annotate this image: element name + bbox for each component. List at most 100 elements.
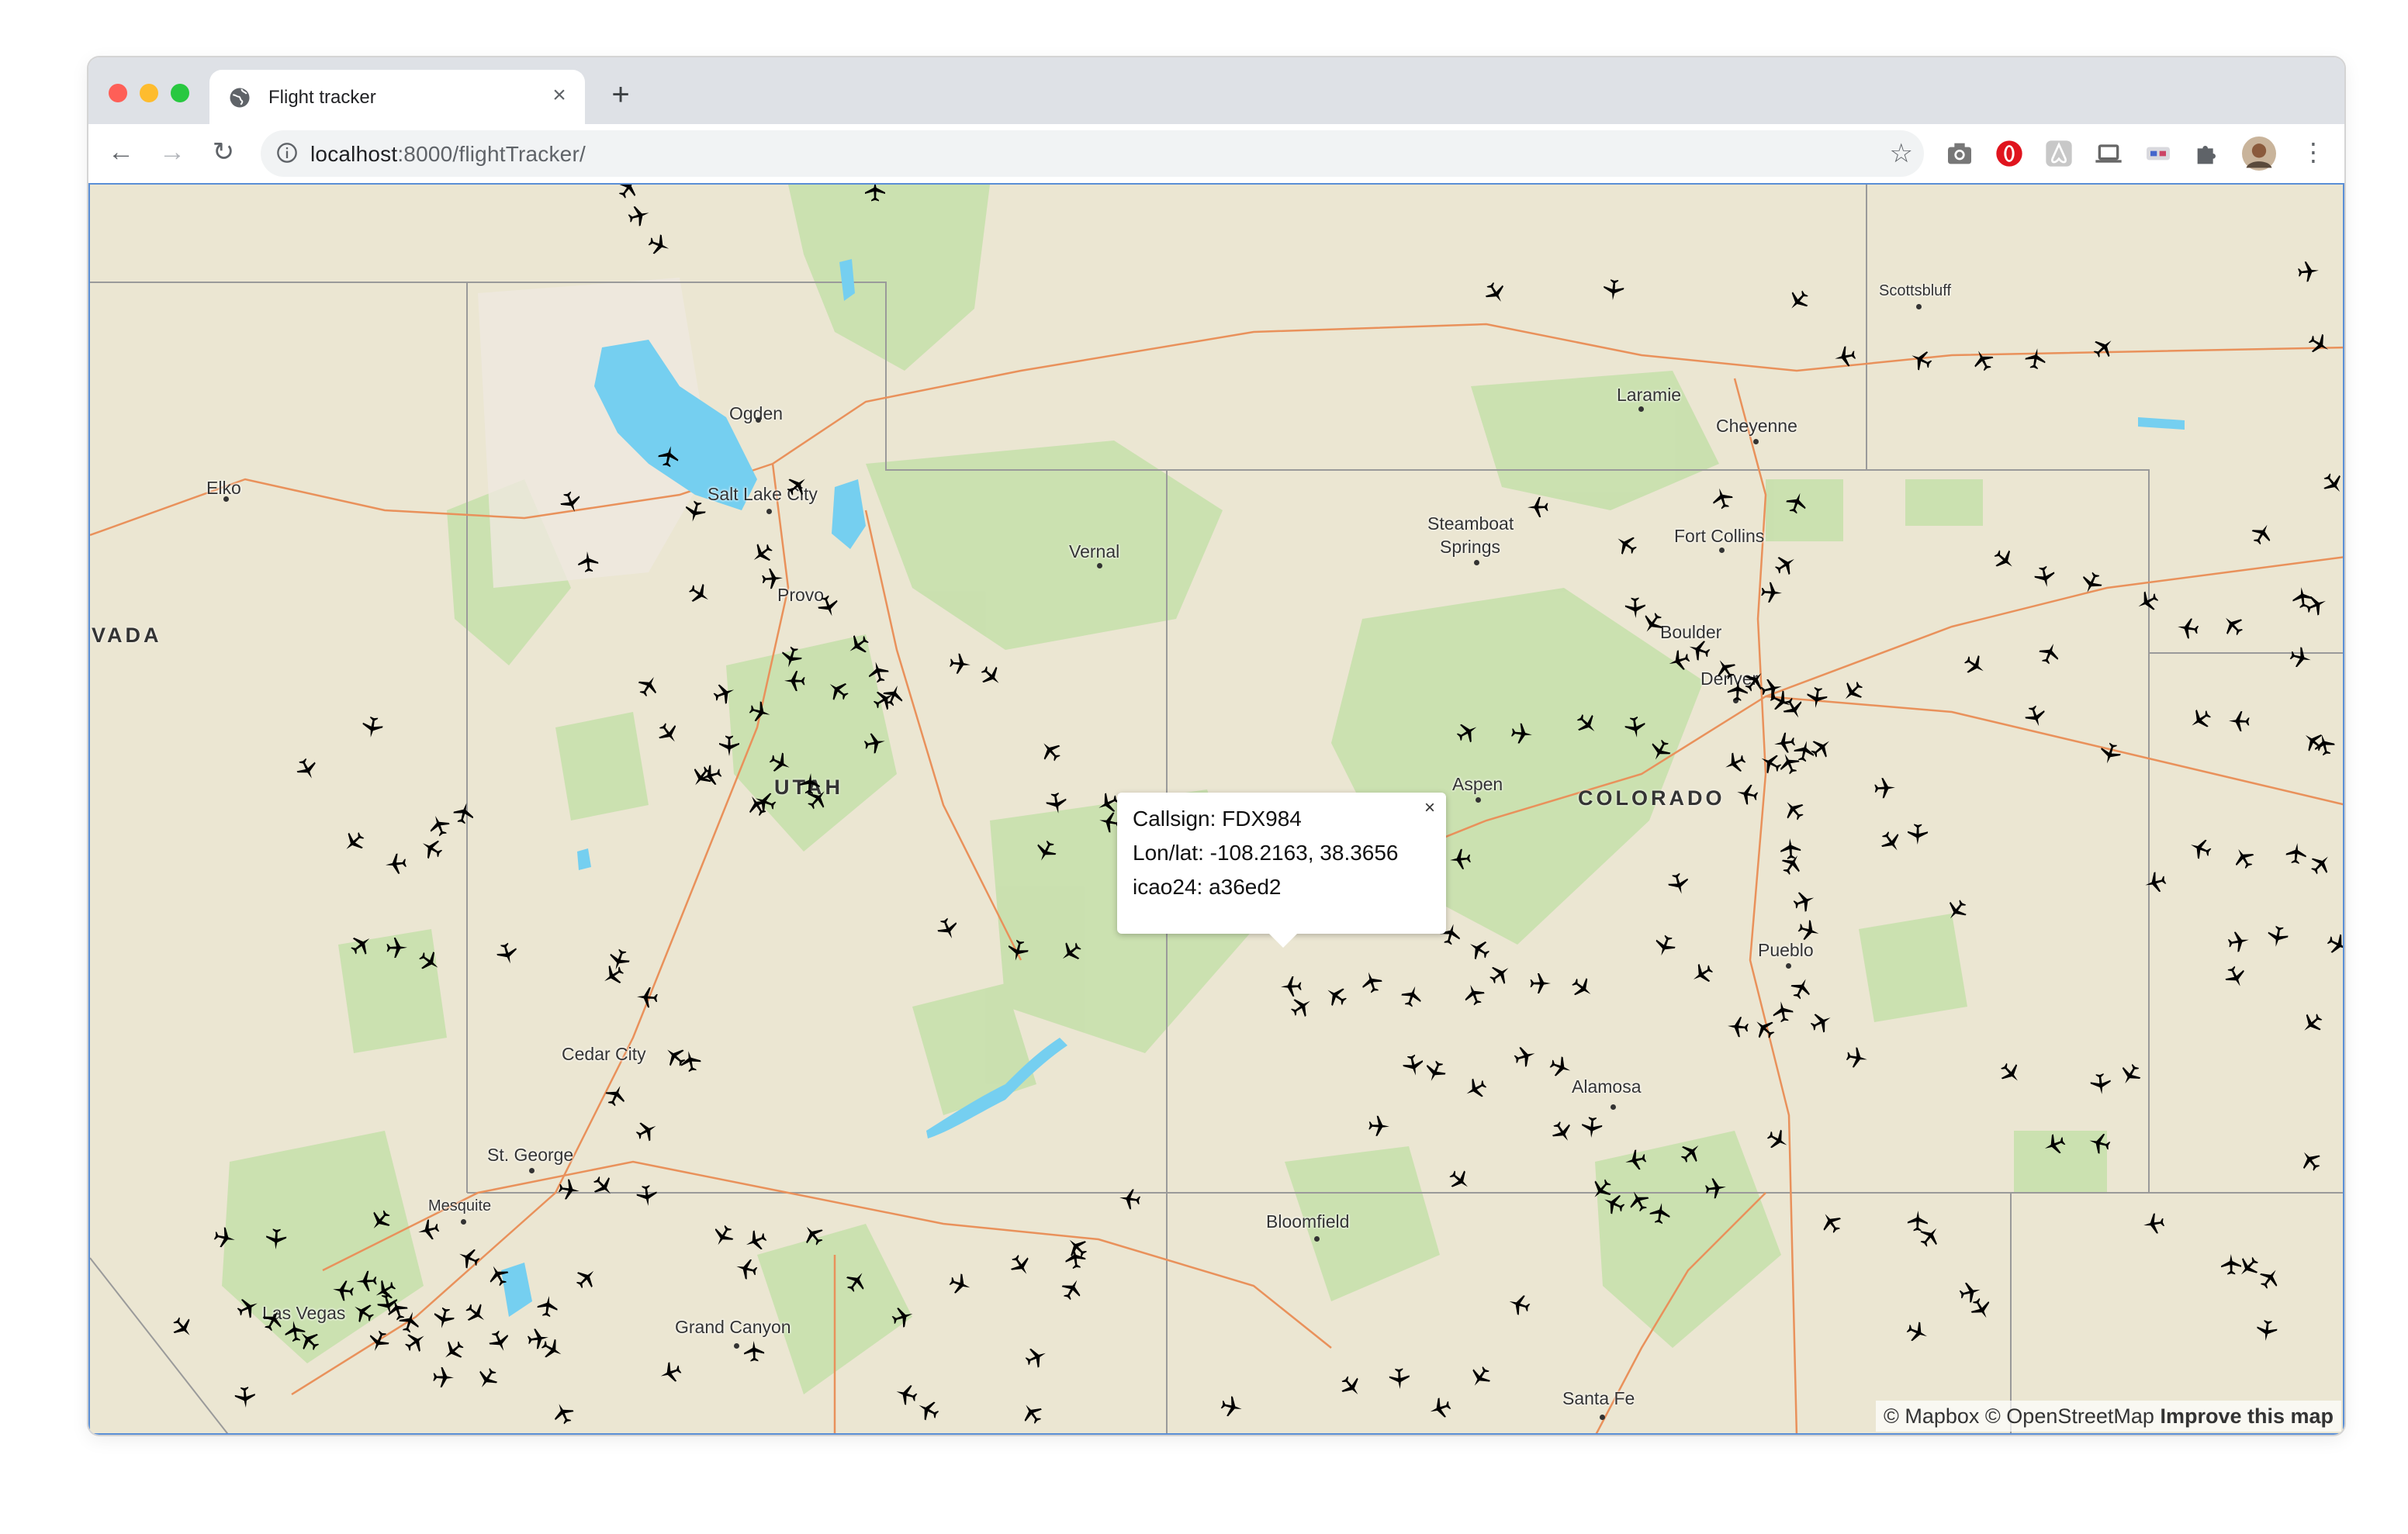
airplane-icon[interactable] bbox=[1711, 655, 1739, 683]
airplane-icon[interactable] bbox=[683, 499, 708, 524]
airplane-icon[interactable] bbox=[2324, 931, 2344, 958]
airplane-icon[interactable] bbox=[1454, 718, 1482, 746]
airplane-icon[interactable] bbox=[1805, 686, 1828, 710]
airplane-icon[interactable] bbox=[1600, 1190, 1628, 1218]
airplane-icon[interactable] bbox=[213, 1225, 237, 1249]
airplane-icon[interactable] bbox=[1807, 734, 1835, 762]
airplane-icon[interactable] bbox=[2285, 842, 2308, 865]
airplane-icon[interactable] bbox=[865, 185, 885, 202]
airplane-icon[interactable] bbox=[1772, 551, 1800, 579]
airplane-icon[interactable] bbox=[577, 551, 599, 573]
airplane-icon[interactable] bbox=[1943, 896, 1971, 924]
airplane-icon[interactable] bbox=[635, 672, 663, 700]
airplane-icon[interactable] bbox=[1603, 278, 1624, 301]
airplane-icon[interactable] bbox=[1005, 938, 1030, 963]
menu-icon[interactable]: ⋮ bbox=[2296, 135, 2330, 169]
airplane-icon[interactable] bbox=[361, 715, 384, 739]
airplane-icon[interactable] bbox=[1288, 993, 1316, 1021]
airplane-icon[interactable] bbox=[426, 812, 452, 838]
laptop-icon[interactable] bbox=[2093, 138, 2124, 169]
airplane-icon[interactable] bbox=[431, 1306, 455, 1331]
popup-close-button[interactable]: × bbox=[1424, 797, 1435, 819]
airplane-icon[interactable] bbox=[455, 1245, 483, 1272]
airplane-icon[interactable] bbox=[1961, 651, 1990, 679]
airplane-icon[interactable] bbox=[1727, 679, 1748, 701]
new-tab-button[interactable]: + bbox=[604, 79, 638, 113]
airplane-icon[interactable] bbox=[1764, 1126, 1792, 1154]
airplane-icon[interactable] bbox=[657, 1360, 683, 1385]
improve-map-link[interactable]: Improve this map bbox=[2160, 1404, 2334, 1428]
airplane-icon[interactable] bbox=[1791, 888, 1818, 914]
airplane-icon[interactable] bbox=[1686, 637, 1712, 662]
opera-icon[interactable] bbox=[1994, 138, 2025, 169]
airplane-icon[interactable] bbox=[234, 1294, 261, 1322]
tab-flight-tracker[interactable]: Flight tracker × bbox=[209, 70, 585, 124]
airplane-icon[interactable] bbox=[1401, 1053, 1425, 1078]
airplane-icon[interactable] bbox=[1368, 1115, 1390, 1136]
airplane-icon[interactable] bbox=[1666, 871, 1691, 897]
airplane-icon[interactable] bbox=[1399, 983, 1424, 1009]
airplane-icon[interactable] bbox=[1036, 737, 1065, 765]
airplane-icon[interactable] bbox=[1907, 1211, 1929, 1232]
reload-icon[interactable]: ↻ bbox=[206, 135, 240, 169]
airplane-icon[interactable] bbox=[1466, 1363, 1494, 1392]
airplane-icon[interactable] bbox=[2312, 732, 2337, 757]
airplane-icon[interactable] bbox=[1449, 848, 1472, 870]
airplane-icon[interactable] bbox=[2142, 1212, 2165, 1235]
airplane-icon[interactable] bbox=[626, 203, 652, 228]
airplane-icon[interactable] bbox=[949, 653, 971, 675]
airplane-icon[interactable] bbox=[1908, 824, 1929, 845]
airplane-icon[interactable] bbox=[415, 948, 444, 976]
airplane-icon[interactable] bbox=[709, 1222, 737, 1250]
airplane-icon[interactable] bbox=[2256, 1264, 2285, 1293]
airplane-icon[interactable] bbox=[2087, 1131, 2112, 1156]
airplane-icon[interactable] bbox=[550, 1400, 577, 1427]
map-canvas[interactable]: VADA UTAH COLORADO Elko Ogden Salt Lake … bbox=[88, 183, 2344, 1435]
airplane-icon[interactable] bbox=[2098, 741, 2123, 766]
back-icon[interactable]: ← bbox=[104, 135, 138, 169]
airplane-icon[interactable] bbox=[1022, 1344, 1050, 1371]
airplane-icon[interactable] bbox=[2186, 706, 2215, 734]
airplane-icon[interactable] bbox=[1727, 1016, 1749, 1038]
airplane-icon[interactable] bbox=[2230, 844, 2258, 872]
airplane-icon[interactable] bbox=[1427, 1395, 1453, 1421]
airplane-icon[interactable] bbox=[815, 593, 841, 620]
airplane-icon[interactable] bbox=[1796, 918, 1822, 944]
airplane-icon[interactable] bbox=[2256, 1319, 2278, 1342]
airplane-icon[interactable] bbox=[1904, 1319, 1931, 1346]
airplane-icon[interactable] bbox=[686, 580, 714, 608]
airplane-icon[interactable] bbox=[1118, 1187, 1141, 1210]
airplane-icon[interactable] bbox=[349, 1298, 378, 1326]
close-window-button[interactable] bbox=[109, 84, 127, 102]
airplane-icon[interactable] bbox=[2133, 588, 2161, 615]
airplane-icon[interactable] bbox=[401, 1328, 430, 1356]
airplane-icon[interactable] bbox=[495, 941, 521, 966]
puzzle-icon[interactable] bbox=[2192, 138, 2223, 169]
airplane-icon[interactable] bbox=[1510, 722, 1533, 745]
airplane-icon[interactable] bbox=[654, 719, 683, 748]
airplane-icon[interactable] bbox=[558, 489, 584, 516]
airplane-icon[interactable] bbox=[783, 472, 811, 500]
airplane-icon[interactable] bbox=[366, 1206, 395, 1235]
airplane-icon[interactable] bbox=[1007, 1252, 1035, 1280]
airplane-icon[interactable] bbox=[1845, 1046, 1869, 1069]
airplane-icon[interactable] bbox=[2229, 711, 2250, 732]
airplane-icon[interactable] bbox=[1874, 777, 1896, 799]
airplane-icon[interactable] bbox=[1486, 960, 1514, 989]
airplane-icon[interactable] bbox=[1996, 1059, 2025, 1087]
airplane-icon[interactable] bbox=[1646, 737, 1673, 765]
airplane-icon[interactable] bbox=[536, 1294, 559, 1318]
mapbox-attribution-link[interactable]: © Mapbox bbox=[1884, 1404, 1979, 1428]
airplane-icon[interactable] bbox=[283, 1319, 306, 1342]
airplane-icon[interactable] bbox=[332, 1280, 355, 1302]
airplane-icon[interactable] bbox=[866, 659, 891, 684]
camera-icon[interactable] bbox=[1944, 138, 1975, 169]
airplane-icon[interactable] bbox=[977, 662, 1005, 690]
airplane-icon[interactable] bbox=[2306, 330, 2334, 358]
airplane-icon[interactable] bbox=[1389, 1368, 1410, 1390]
airplane-icon[interactable] bbox=[1461, 981, 1487, 1007]
airplane-icon[interactable] bbox=[799, 772, 821, 795]
airplane-icon[interactable] bbox=[1817, 1208, 1845, 1237]
airplane-icon[interactable] bbox=[355, 1270, 377, 1291]
airplane-icon[interactable] bbox=[589, 1172, 618, 1201]
